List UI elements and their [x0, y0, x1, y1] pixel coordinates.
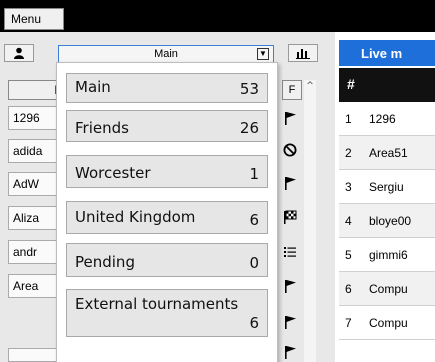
row-player: 1296 — [369, 112, 396, 126]
row-player: Sergiu — [369, 180, 404, 194]
group-option-count: 0 — [249, 254, 259, 272]
row-index: 5 — [345, 248, 352, 262]
live-game-row[interactable]: 7 Compu — [339, 306, 435, 340]
group-option-count: 53 — [239, 80, 259, 98]
stats-button[interactable] — [288, 44, 318, 62]
group-option-worcester[interactable]: Worcester 1 — [66, 155, 268, 188]
row-index: 7 — [345, 316, 352, 330]
column-header-index[interactable]: # — [347, 76, 355, 92]
row-player: gimmi6 — [369, 248, 408, 262]
player-name: Aliza — [13, 211, 40, 225]
player-name: Area — [13, 279, 39, 293]
live-game-row[interactable]: 4 bloye00 — [339, 204, 435, 238]
players-scrollbar[interactable]: ^ — [304, 80, 316, 362]
group-option-count: 6 — [249, 211, 259, 229]
group-option-united-kingdom[interactable]: United Kingdom 6 — [66, 201, 268, 234]
row-index: 3 — [345, 180, 352, 194]
flag-icon[interactable] — [280, 173, 300, 193]
flag-icon[interactable] — [280, 276, 300, 296]
live-table-header: # — [339, 68, 435, 102]
live-game-row[interactable]: 6 Compu — [339, 272, 435, 306]
user-icon — [14, 47, 24, 59]
column-header-flag[interactable]: F — [282, 80, 302, 100]
player-name: 1296 — [13, 111, 40, 125]
group-option-friends[interactable]: Friends 26 — [66, 110, 268, 142]
checkered-flag-icon[interactable] — [280, 207, 300, 227]
player-name: adida — [13, 144, 43, 158]
live-games-header[interactable]: Live m — [339, 40, 435, 66]
menu-button[interactable]: Menu — [4, 8, 64, 30]
live-games-panel: Live m # 1 1296 2 Area51 3 Sergiu 4 bloy… — [335, 32, 435, 362]
group-option-label: Worcester — [75, 164, 151, 182]
chevron-down-icon: ▼ — [257, 48, 269, 60]
scroll-up-icon[interactable]: ^ — [304, 80, 316, 92]
row-player: Compu — [369, 282, 408, 296]
player-name: AdW — [13, 177, 40, 191]
live-game-row[interactable]: 3 Sergiu — [339, 170, 435, 204]
live-game-row[interactable]: 2 Area51 — [339, 136, 435, 170]
flag-icon[interactable] — [280, 312, 300, 332]
group-select[interactable]: Main ▼ — [58, 45, 274, 63]
no-entry-icon[interactable] — [280, 140, 300, 160]
group-option-label: Main — [75, 78, 111, 96]
row-index: 1 — [345, 112, 352, 126]
top-bar: Menu — [0, 0, 435, 32]
live-game-row[interactable]: 5 gimmi6 — [339, 238, 435, 272]
row-player: Area51 — [369, 146, 408, 160]
group-select-value: Main — [154, 48, 178, 60]
group-option-count: 6 — [249, 314, 259, 332]
user-button[interactable] — [4, 44, 34, 62]
live-game-row[interactable]: 1 1296 — [339, 102, 435, 136]
row-index: 4 — [345, 214, 352, 228]
list-icon[interactable] — [280, 242, 300, 262]
player-name: andr — [13, 245, 38, 259]
group-option-external-tournaments[interactable]: External tournaments 6 — [66, 289, 268, 337]
group-option-main[interactable]: Main 53 — [66, 73, 268, 103]
group-option-count: 1 — [249, 165, 259, 183]
group-dropdown: Main 53 Friends 26 Worcester 1 United Ki… — [56, 62, 278, 362]
row-index: 6 — [345, 282, 352, 296]
group-option-label: Pending — [75, 253, 135, 271]
group-option-count: 26 — [239, 119, 259, 137]
flag-icon[interactable] — [280, 108, 300, 128]
row-player: Compu — [369, 316, 408, 330]
group-option-pending[interactable]: Pending 0 — [66, 243, 268, 277]
group-option-label: United Kingdom — [75, 208, 196, 226]
row-index: 2 — [345, 146, 352, 160]
chart-icon — [296, 49, 310, 59]
group-option-label: External tournaments — [75, 295, 239, 313]
flag-icon[interactable] — [280, 342, 300, 362]
group-option-label: Friends — [75, 119, 129, 137]
row-player: bloye00 — [369, 214, 412, 228]
